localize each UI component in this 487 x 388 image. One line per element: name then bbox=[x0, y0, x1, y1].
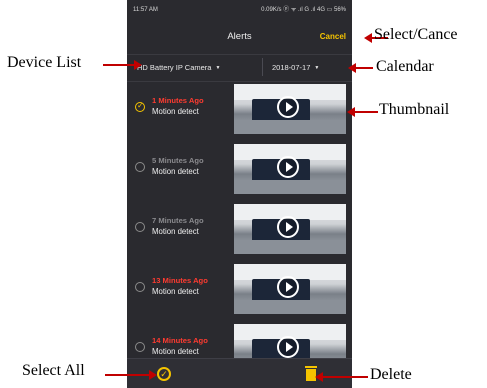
alert-time: 7 Minutes Ago bbox=[152, 216, 204, 225]
play-icon[interactable] bbox=[277, 276, 299, 298]
alert-item[interactable]: 1 Minutes Ago Motion detect bbox=[127, 80, 352, 138]
select-checkbox[interactable] bbox=[135, 342, 145, 352]
page-title: Alerts bbox=[227, 31, 252, 42]
select-checkbox[interactable] bbox=[135, 162, 145, 172]
annotation-select-cancel: Select/Cance bbox=[374, 26, 458, 43]
alert-item[interactable]: 5 Minutes Ago Motion detect bbox=[127, 140, 352, 198]
annotation-arrow bbox=[347, 107, 378, 117]
alert-time: 5 Minutes Ago bbox=[152, 156, 204, 165]
alert-thumbnail[interactable] bbox=[234, 264, 346, 314]
alert-item[interactable]: 7 Minutes Ago Motion detect bbox=[127, 200, 352, 258]
alert-item[interactable]: 13 Minutes Ago Motion detect bbox=[127, 260, 352, 318]
status-bar: 11:57 AM 0.09K/s ⓟ ᯤ .ıl G .ıl 4G ▭ 56% bbox=[127, 0, 352, 20]
phone-screen: 11:57 AM 0.09K/s ⓟ ᯤ .ıl G .ıl 4G ▭ 56% … bbox=[127, 0, 352, 388]
annotation-delete: Delete bbox=[370, 366, 412, 383]
annotation-device-list: Device List bbox=[7, 54, 82, 71]
trash-lid bbox=[305, 366, 317, 368]
annotation-thumbnail: Thumbnail bbox=[379, 101, 450, 118]
annotation-arrow bbox=[315, 372, 368, 382]
date-selector[interactable]: 2018-07-17 ▼ bbox=[272, 55, 319, 81]
chevron-down-icon: ▼ bbox=[215, 65, 221, 72]
cancel-button[interactable]: Cancel bbox=[320, 20, 346, 54]
alert-thumbnail[interactable] bbox=[234, 84, 346, 134]
device-selector[interactable]: HD Battery IP Camera ▼ bbox=[137, 55, 220, 81]
alert-thumbnail[interactable] bbox=[234, 144, 346, 194]
annotation-arrow bbox=[105, 370, 157, 380]
selector-divider bbox=[262, 58, 263, 76]
alert-event: Motion detect bbox=[152, 167, 199, 176]
thumbnail-floor bbox=[234, 120, 346, 134]
alert-event: Motion detect bbox=[152, 347, 199, 356]
thumbnail-floor bbox=[234, 180, 346, 194]
status-time: 11:57 AM bbox=[133, 7, 158, 13]
alert-time: 1 Minutes Ago bbox=[152, 96, 204, 105]
alert-time: 13 Minutes Ago bbox=[152, 276, 208, 285]
alert-event: Motion detect bbox=[152, 227, 199, 236]
date-selector-label: 2018-07-17 bbox=[272, 63, 311, 72]
alert-time: 14 Minutes Ago bbox=[152, 336, 208, 345]
alert-event: Motion detect bbox=[152, 107, 199, 116]
annotation-select-all: Select All bbox=[22, 362, 85, 379]
thumbnail-floor bbox=[234, 300, 346, 314]
annotation-calendar: Calendar bbox=[376, 58, 434, 75]
alert-event: Motion detect bbox=[152, 287, 199, 296]
select-checkbox[interactable] bbox=[135, 222, 145, 232]
select-checkbox[interactable] bbox=[135, 101, 145, 112]
device-selector-label: HD Battery IP Camera bbox=[137, 63, 212, 72]
annotation-arrow bbox=[348, 63, 373, 73]
filter-bar: HD Battery IP Camera ▼ 2018-07-17 ▼ bbox=[127, 54, 352, 82]
play-icon[interactable] bbox=[277, 336, 299, 358]
chevron-down-icon: ▼ bbox=[314, 65, 320, 72]
play-icon[interactable] bbox=[277, 96, 299, 118]
check-circle-icon[interactable]: ✓ bbox=[157, 367, 171, 381]
status-indicators: 0.09K/s ⓟ ᯤ .ıl G .ıl 4G ▭ 56% bbox=[261, 7, 346, 13]
play-icon[interactable] bbox=[277, 156, 299, 178]
title-bar: Alerts Cancel bbox=[127, 20, 352, 54]
play-icon[interactable] bbox=[277, 216, 299, 238]
alert-thumbnail[interactable] bbox=[234, 204, 346, 254]
thumbnail-floor bbox=[234, 240, 346, 254]
annotation-arrow bbox=[103, 60, 142, 70]
select-checkbox[interactable] bbox=[135, 282, 145, 292]
